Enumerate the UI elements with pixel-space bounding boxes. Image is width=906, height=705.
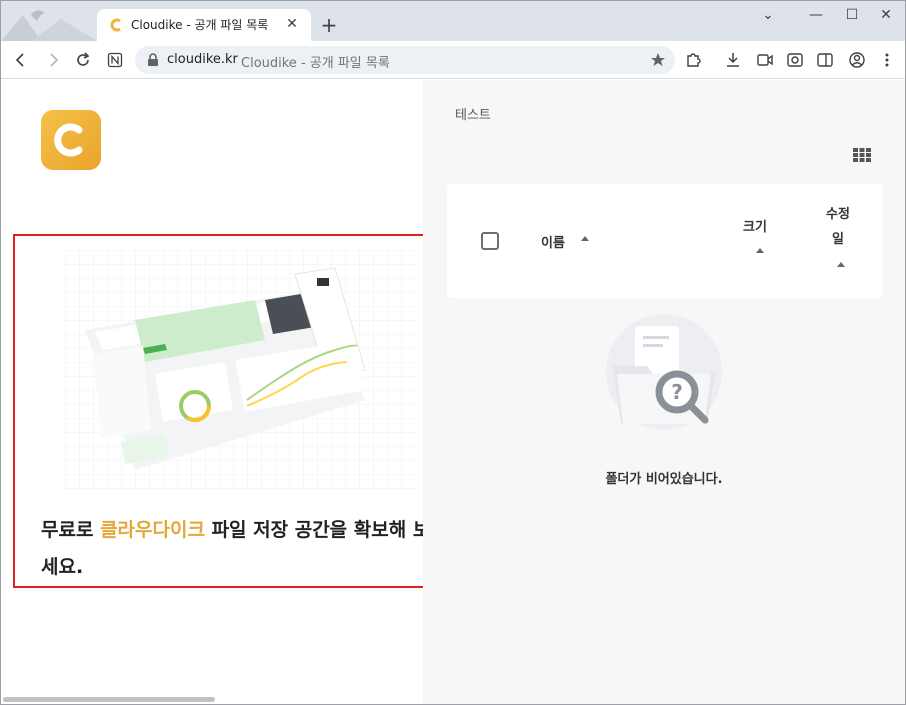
column-modified[interactable]: 수정일 — [823, 202, 853, 252]
arrow-left-icon — [15, 53, 24, 67]
browser-menu-button[interactable] — [875, 48, 899, 72]
decorative-theme-art — [1, 10, 97, 41]
cloudike-logo[interactable] — [41, 110, 101, 170]
dashboard-illustration — [65, 250, 415, 490]
camera-icon — [787, 53, 803, 67]
empty-folder-message: 폴더가 비어있습니다. — [605, 472, 723, 487]
grid-view-icon[interactable] — [853, 148, 871, 162]
side-panel-button[interactable] — [813, 48, 837, 72]
window-close-button[interactable]: ✕ — [869, 5, 903, 25]
forward-button[interactable] — [41, 48, 65, 72]
cloudike-favicon-icon — [110, 18, 121, 32]
screenshot-button[interactable] — [783, 48, 807, 72]
cast-button[interactable] — [753, 48, 777, 72]
profile-icon — [849, 52, 865, 68]
svg-text:?: ? — [671, 380, 683, 404]
more-vertical-icon — [885, 53, 889, 67]
notion-icon — [107, 52, 123, 68]
breadcrumb[interactable]: 테스트 — [455, 104, 491, 123]
promo-pane: 무료로 클라우다이크 파일 저장 공간을 확보해 보세요. — [1, 80, 440, 704]
new-tab-button[interactable]: + — [317, 13, 341, 37]
url-domain: cloudike.kr — [167, 52, 238, 67]
reload-icon — [77, 52, 90, 66]
cloudike-logo-icon — [54, 123, 83, 157]
select-all-checkbox[interactable] — [481, 232, 499, 250]
promo-banner: 무료로 클라우다이크 파일 저장 공간을 확보해 보세요. — [13, 234, 440, 588]
minimize-button[interactable]: — — [799, 5, 833, 25]
profile-button[interactable] — [845, 48, 869, 72]
bookmark-star-icon[interactable] — [649, 51, 667, 69]
sort-up-icon[interactable] — [581, 236, 589, 241]
url-page-title: Cloudike - 공개 파일 목록 — [241, 56, 390, 71]
sort-up-icon[interactable] — [837, 262, 845, 267]
back-button[interactable] — [9, 48, 33, 72]
close-icon[interactable]: ✕ — [283, 15, 301, 33]
tab-strip: Cloudike - 공개 파일 목록 ✕ + ⌄ — ☐ ✕ — [1, 1, 905, 41]
tab-active[interactable]: Cloudike - 공개 파일 목록 ✕ — [97, 9, 311, 41]
maximize-button[interactable]: ☐ — [835, 5, 869, 25]
browser-window: Cloudike - 공개 파일 목록 ✕ + ⌄ — ☐ ✕ cloudike… — [0, 0, 906, 705]
promo-brand-name: 클라우다이크 — [100, 519, 205, 541]
notion-extension-button[interactable] — [103, 48, 127, 72]
puzzle-icon — [687, 53, 701, 67]
promo-text-before: 무료로 — [41, 519, 101, 541]
promo-text: 무료로 클라우다이크 파일 저장 공간을 확보해 보세요. — [41, 512, 433, 586]
column-name[interactable]: 이름 — [541, 232, 565, 251]
tab-search-button[interactable]: ⌄ — [751, 5, 785, 25]
horizontal-scrollbar[interactable] — [3, 697, 215, 702]
address-bar[interactable]: cloudike.kr Cloudike - 공개 파일 목록 — [135, 46, 675, 74]
side-panel-icon — [817, 53, 833, 67]
column-size[interactable]: 크기 — [743, 216, 767, 235]
file-list-pane: 테스트 이름 크기 수정일 ? 폴더가 비어있습니다. — [423, 80, 905, 704]
reload-button[interactable] — [71, 48, 95, 72]
tab-title: Cloudike - 공개 파일 목록 — [131, 18, 269, 32]
sort-up-icon[interactable] — [756, 248, 764, 253]
extensions-button[interactable] — [681, 48, 705, 72]
page-content: 무료로 클라우다이크 파일 저장 공간을 확보해 보세요. 테스트 이름 크기 … — [1, 80, 905, 704]
arrow-right-icon — [50, 53, 59, 67]
download-icon — [727, 53, 739, 67]
video-icon — [757, 54, 773, 66]
browser-toolbar: cloudike.kr Cloudike - 공개 파일 목록 — [1, 41, 905, 79]
file-table-header: 이름 크기 수정일 — [447, 184, 883, 298]
lock-icon[interactable] — [147, 53, 159, 67]
downloads-button[interactable] — [721, 48, 745, 72]
empty-folder-icon: ? — [606, 314, 722, 430]
